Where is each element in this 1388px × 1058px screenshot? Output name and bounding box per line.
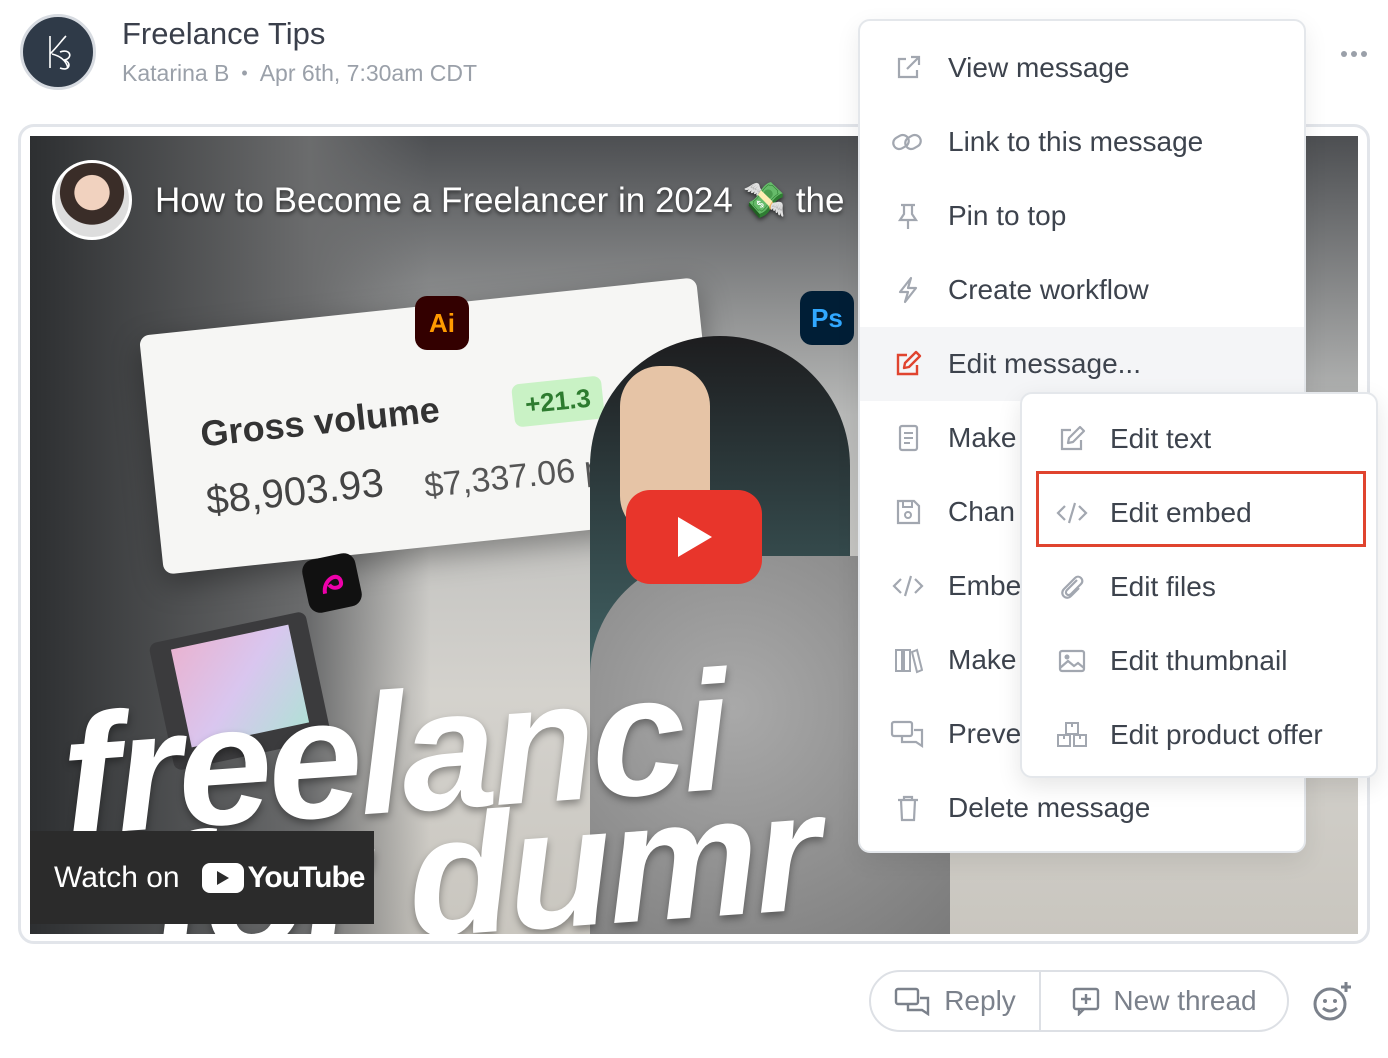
pin-icon bbox=[890, 198, 926, 234]
menu-item-label: Preve bbox=[948, 718, 1022, 749]
menu-item-label: Chan bbox=[948, 496, 1015, 527]
menu-item-link-to-message[interactable]: Link to this message bbox=[860, 105, 1304, 179]
link-icon bbox=[890, 124, 926, 160]
submenu-item-label: Edit thumbnail bbox=[1110, 645, 1288, 676]
illustrator-icon: Ai bbox=[415, 296, 469, 350]
edit-icon bbox=[1054, 421, 1090, 457]
add-reaction-icon[interactable] bbox=[1310, 980, 1354, 1024]
menu-item-create-workflow[interactable]: Create workflow bbox=[860, 253, 1304, 327]
menu-item-label: View message bbox=[948, 52, 1130, 83]
post-meta: Katarina B • Apr 6th, 7:30am CDT bbox=[122, 60, 477, 87]
menu-item-label: Make bbox=[948, 644, 1017, 675]
menu-item-label: Edit message... bbox=[948, 348, 1141, 379]
image-icon bbox=[1054, 643, 1090, 679]
submenu-item-edit-thumbnail[interactable]: Edit thumbnail bbox=[1022, 624, 1376, 698]
menu-item-label: Link to this message bbox=[948, 126, 1204, 157]
menu-item-label: Create workflow bbox=[948, 274, 1149, 305]
product-icon bbox=[1054, 717, 1090, 753]
menu-item-label: Pin to top bbox=[948, 200, 1067, 231]
more-options-button[interactable] bbox=[1332, 36, 1376, 72]
external-link-icon bbox=[890, 50, 926, 86]
video-title[interactable]: How to Become a Freelancer in 2024 💸 the bbox=[155, 180, 845, 221]
submenu-item-edit-text[interactable]: Edit text bbox=[1022, 402, 1376, 476]
new-thread-label: New thread bbox=[1113, 985, 1257, 1016]
youtube-wordmark: YouTube bbox=[247, 860, 366, 894]
menu-item-view-message[interactable]: View message bbox=[860, 31, 1304, 105]
edit-message-submenu: Edit text Edit embed Edit files Edit thu… bbox=[1020, 392, 1378, 778]
code-icon bbox=[890, 568, 926, 604]
submenu-item-label: Edit product offer bbox=[1110, 719, 1323, 750]
menu-item-edit-message[interactable]: Edit message... bbox=[860, 327, 1304, 401]
submenu-item-edit-product-offer[interactable]: Edit product offer bbox=[1022, 698, 1376, 772]
play-icon bbox=[678, 517, 712, 557]
channel-avatar[interactable] bbox=[52, 160, 132, 240]
menu-item-label: Embe bbox=[948, 570, 1022, 601]
watch-on-youtube-button[interactable]: Watch on YouTube bbox=[30, 831, 374, 924]
menu-item-label: Make bbox=[948, 422, 1017, 453]
reply-label: Reply bbox=[944, 985, 1016, 1016]
menu-item-label: Delete message bbox=[948, 792, 1151, 823]
meta-separator: • bbox=[241, 63, 248, 83]
paperclip-icon bbox=[1054, 569, 1090, 605]
library-icon bbox=[890, 642, 926, 678]
play-button[interactable] bbox=[626, 490, 762, 584]
reply-button[interactable]: Reply bbox=[871, 972, 1041, 1030]
new-thread-icon bbox=[1073, 987, 1100, 1016]
procreate-icon bbox=[299, 550, 365, 616]
youtube-logo: YouTube bbox=[201, 860, 366, 895]
author-avatar[interactable] bbox=[20, 14, 96, 90]
edit-embed-highlight bbox=[1036, 471, 1366, 547]
photoshop-icon: Ps bbox=[800, 291, 854, 345]
lightning-icon bbox=[890, 272, 926, 308]
kb-monogram-icon bbox=[49, 35, 71, 70]
author-name[interactable]: Katarina B bbox=[122, 60, 229, 87]
dot bbox=[1351, 51, 1357, 57]
watch-on-label: Watch on bbox=[54, 860, 180, 894]
edit-icon bbox=[890, 346, 926, 382]
youtube-play-icon bbox=[201, 862, 244, 893]
menu-item-pin-to-top[interactable]: Pin to top bbox=[860, 179, 1304, 253]
message-actions-bar: Reply New thread bbox=[869, 970, 1289, 1032]
post-title: Freelance Tips bbox=[122, 16, 326, 51]
submenu-item-label: Edit files bbox=[1110, 571, 1216, 602]
dot bbox=[1361, 51, 1367, 57]
new-thread-button[interactable]: New thread bbox=[1041, 972, 1287, 1030]
submenu-item-label: Edit text bbox=[1110, 423, 1212, 454]
save-icon bbox=[890, 494, 926, 530]
document-icon bbox=[890, 420, 926, 456]
post-timestamp: Apr 6th, 7:30am CDT bbox=[259, 60, 478, 86]
submenu-item-edit-files[interactable]: Edit files bbox=[1022, 550, 1376, 624]
chat-bubbles-icon bbox=[890, 716, 926, 752]
trash-icon bbox=[890, 790, 926, 826]
reply-icon bbox=[895, 987, 930, 1016]
dot bbox=[1341, 51, 1347, 57]
menu-item-delete-message[interactable]: Delete message bbox=[860, 771, 1304, 845]
